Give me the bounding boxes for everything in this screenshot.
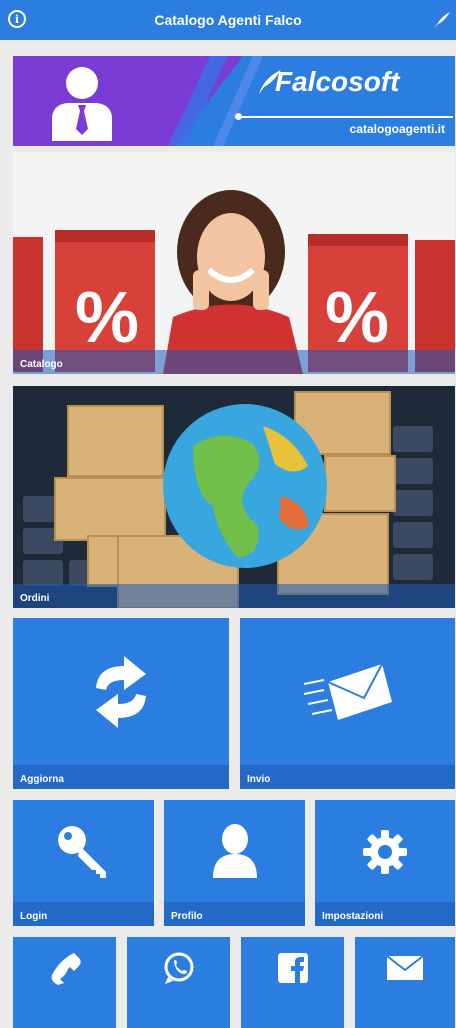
tile-facebook[interactable] [241,937,344,1028]
refresh-icon [96,656,146,728]
app-title: Catalogo Agenti Falco [154,12,302,28]
tile-whatsapp[interactable] [127,937,230,1028]
tile-catalogo[interactable]: % % Catalogo [13,152,455,374]
whatsapp-icon [164,952,193,984]
tile-login[interactable]: Login [13,800,154,926]
tile-label: Profilo [164,902,305,926]
tile-phone[interactable] [13,937,116,1028]
tile-mail[interactable] [355,937,455,1028]
brand-website: catalogoagenti.it [349,122,445,136]
tile-label: Ordini [13,584,455,608]
facebook-icon [277,953,308,983]
svg-text:%: % [325,278,389,358]
banner-divider [238,116,453,118]
tile-label: Login [13,902,154,926]
tile-label: Invio [240,765,455,789]
tile-invio[interactable]: Invio [240,618,455,789]
catalogo-photo: % % [13,152,455,374]
mail-icon [386,955,424,980]
agent-icon [52,67,112,141]
tile-aggiorna[interactable]: Aggiorna [13,618,229,789]
tile-label: Impostazioni [315,902,455,926]
tile-profilo[interactable]: Profilo [164,800,305,926]
brand-name: Falcosoft [275,66,400,97]
tile-impostazioni[interactable]: Impostazioni [315,800,455,926]
key-icon [57,826,106,878]
feather-icon [435,12,450,28]
user-icon [212,824,257,878]
gear-icon [363,830,407,874]
phone-icon [51,953,81,985]
svg-text:%: % [75,278,139,358]
ordini-photo [13,386,455,608]
top-bar: i Catalogo Agenti Falco [0,0,456,40]
brand-banner: Falcosoft catalogoagenti.it [13,56,455,146]
mail-send-icon [303,663,392,720]
tile-ordini[interactable]: Ordini [13,386,455,608]
tile-label: Aggiorna [13,765,229,789]
tile-label: Catalogo [13,350,455,374]
